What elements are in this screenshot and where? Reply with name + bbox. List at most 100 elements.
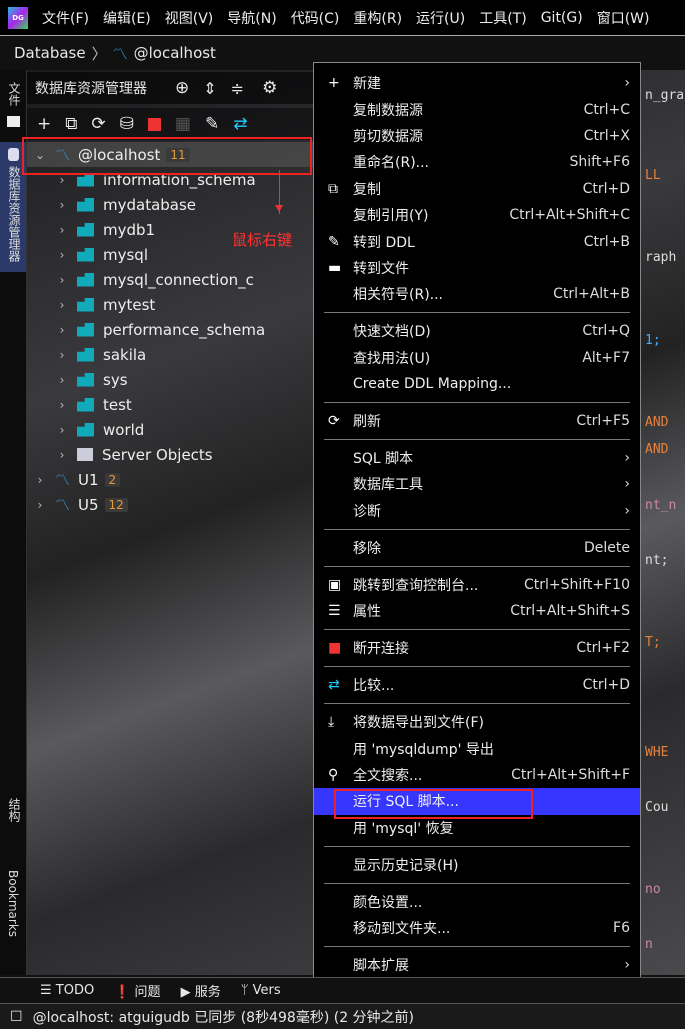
expand-all-icon[interactable]: ⇕ [203,79,216,98]
copy-icon[interactable]: ⧉ [65,114,77,134]
menu-item-2[interactable]: 剪切数据源 Ctrl+X [314,123,640,149]
add-icon[interactable]: + [37,114,51,134]
refresh-icon[interactable]: ⟳ [91,114,105,134]
tree-item-U5[interactable]: › 〽 U5 12 [27,492,317,517]
menu-item-23[interactable]: ☰ 属性 Ctrl+Alt+Shift+S [314,598,640,624]
chevron-right-icon[interactable]: › [55,423,69,437]
mysql-dolphin-icon: 〽 [112,44,128,63]
tree-item-test[interactable]: › test [27,392,317,417]
edit-icon[interactable]: ✎ [205,114,219,134]
menu-item-6[interactable]: ✎ 转到 DDL Ctrl+B [314,228,640,254]
tree-item-mysql_connection_c[interactable]: › mysql_connection_c [27,267,317,292]
chevron-right-icon[interactable]: › [55,223,69,237]
menu-separator [314,524,640,535]
collapse-all-icon[interactable]: ≑ [231,79,244,98]
menu-item-4[interactable]: ⧉ 复制 Ctrl+D [314,176,640,202]
menu-item-29[interactable]: ⤓ 将数据导出到文件(F) [314,709,640,735]
stop-icon[interactable] [147,117,161,131]
menu-item-11[interactable]: 查找用法(U) Alt+F7 [314,345,640,371]
menu-item-31[interactable]: ⚲ 全文搜索... Ctrl+Alt+Shift+F [314,762,640,788]
menu-edit[interactable]: 编辑(E) [103,8,151,28]
tab-label: 服务 [194,985,221,1000]
chevron-right-icon[interactable]: › [55,298,69,312]
tree-item-performance_schema[interactable]: › performance_schema [27,317,317,342]
menu-item-12[interactable]: Create DDL Mapping... [314,371,640,397]
menu-item-8[interactable]: 相关符号(R)... Ctrl+Alt+B [314,281,640,307]
menu-item-38[interactable]: 移动到文件夹... F6 [314,915,640,941]
menu-item-22[interactable]: ▣ 跳转到查询控制台... Ctrl+Shift+F10 [314,572,640,598]
menu-navigate[interactable]: 导航(N) [227,8,276,28]
menu-item-7[interactable]: ▬ 转到文件 [314,255,640,281]
menu-item-16[interactable]: SQL 脚本 › [314,445,640,471]
chevron-right-icon[interactable]: › [33,498,47,512]
menu-item-30[interactable]: 用 'mysqldump' 导出 [314,735,640,761]
menu-item-icon: ⟳ [328,413,340,430]
menu-item-17[interactable]: 数据库工具 › [314,471,640,497]
menu-item-18[interactable]: 诊断 › [314,498,640,524]
menu-run[interactable]: 运行(U) [416,8,465,28]
menu-item-14[interactable]: ⟳ 刷新 Ctrl+F5 [314,408,640,434]
tab-todo[interactable]: ☰ TODO [40,983,94,998]
schema-icon [77,422,94,437]
tab-version-control[interactable]: ᛘ Vers [241,983,281,998]
menu-item-shortcut: F6 [613,920,630,937]
menu-item-10[interactable]: 快速文档(D) Ctrl+Q [314,318,640,344]
bookmarks-tab[interactable]: Bookmarks [6,870,20,937]
chevron-right-icon[interactable]: › [55,398,69,412]
menu-item-label: 复制数据源 [353,102,423,119]
menu-item-27[interactable]: ⇄ 比较... Ctrl+D [314,672,640,698]
locate-icon[interactable]: ⊕ [175,78,189,98]
menu-item-icon: + [328,75,340,92]
menu-item-5[interactable]: 复制引用(Y) Ctrl+Alt+Shift+C [314,202,640,228]
code-fragment: nt; [645,553,669,568]
breadcrumb-root[interactable]: Database [14,44,86,62]
menu-item-shortcut: Ctrl+C [583,101,630,118]
chevron-right-icon[interactable]: › [55,348,69,362]
structure-tab[interactable]: 结构 [6,798,23,822]
menu-tools[interactable]: 工具(T) [479,8,526,28]
chevron-right-icon[interactable]: › [33,473,47,487]
menu-item-35[interactable]: 显示历史记录(H) [314,852,640,878]
menu-item-3[interactable]: 重命名(R)... Shift+F6 [314,149,640,175]
compare-icon[interactable]: ⇄ [233,114,247,134]
menu-item-20[interactable]: 移除 Delete [314,535,640,561]
breadcrumb-node[interactable]: @localhost [134,44,216,62]
chevron-right-icon[interactable]: › [55,248,69,262]
chevron-right-icon[interactable]: › [55,273,69,287]
count-badge: 12 [104,497,128,512]
chevron-right-icon[interactable]: › [55,448,69,462]
menu-item-0[interactable]: + 新建 › [314,70,640,96]
menu-separator [314,661,640,672]
tree-item-U1[interactable]: › 〽 U1 2 [27,467,317,492]
menu-item-40[interactable]: 脚本扩展 › [314,952,640,978]
tab-problems[interactable]: ❗ 问题 [114,981,160,1000]
db-settings-icon[interactable]: ⛁ [120,114,134,134]
tree-item-sys[interactable]: › sys [27,367,317,392]
gear-icon[interactable]: ⚙ [262,78,277,98]
menu-item-label: 相关符号(R)... [353,287,444,304]
tree-item-mytest[interactable]: › mytest [27,292,317,317]
tree-item-world[interactable]: › world [27,417,317,442]
menu-file[interactable]: 文件(F) [42,8,89,28]
menu-code[interactable]: 代码(C) [291,8,340,28]
tree-item-mydatabase[interactable]: › mydatabase [27,192,317,217]
menu-item-shortcut: Ctrl+D [582,180,630,197]
tab-services[interactable]: ▶ 服务 [181,981,221,1000]
window-icon[interactable]: ☐ [10,1009,23,1025]
menu-item-37[interactable]: 颜色设置... [314,888,640,914]
menu-item-1[interactable]: 复制数据源 Ctrl+C [314,96,640,122]
menu-window[interactable]: 窗口(W) [597,8,650,28]
chevron-right-icon[interactable]: › [55,198,69,212]
menu-item-25[interactable]: ■ 断开连接 Ctrl+F2 [314,635,640,661]
tree-item-sakila[interactable]: › sakila [27,342,317,367]
menu-git[interactable]: Git(G) [541,10,583,26]
chevron-right-icon: 〉 [91,44,107,63]
chevron-right-icon[interactable]: › [55,373,69,387]
menu-refactor[interactable]: 重构(R) [353,8,402,28]
menu-item-icon: ☰ [328,603,341,620]
table-icon[interactable]: ▦ [175,114,191,134]
menu-view[interactable]: 视图(V) [165,8,214,28]
tree-server-objects[interactable]: › Server Objects [27,442,317,467]
chevron-right-icon[interactable]: › [55,323,69,337]
files-tab[interactable]: 文件 [6,82,23,106]
